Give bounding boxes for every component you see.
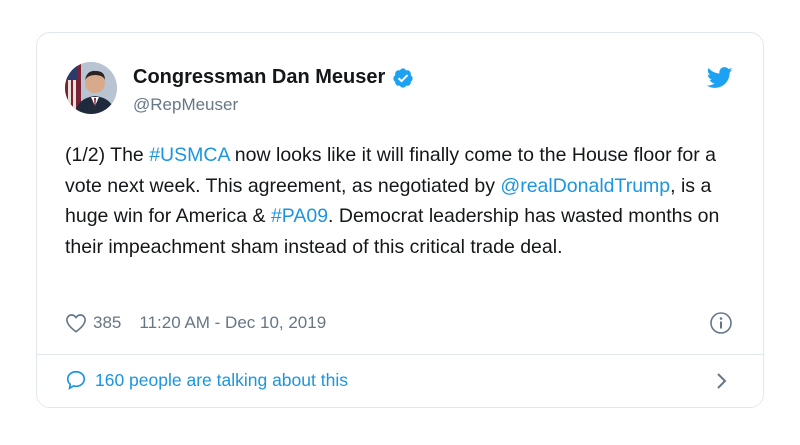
heart-icon[interactable] [65,313,87,333]
hashtag-usmca-link[interactable]: #USMCA [149,144,229,166]
info-icon[interactable] [709,311,733,335]
chevron-right-icon[interactable] [715,371,729,391]
author-avatar[interactable] [65,62,117,114]
verified-badge-icon [393,67,413,88]
author-name[interactable]: Congressman Dan Meuser [133,66,385,89]
tweet-text-part: (1/2) The [65,144,150,166]
tweet-text: (1/2) The #USMCA now looks like it will … [65,140,735,262]
twitter-bird-icon[interactable] [707,67,733,89]
footer-divider [37,354,763,355]
conversation-link[interactable]: 160 people are talking about this [65,369,348,391]
author-name-row: Congressman Dan Meuser [133,66,414,89]
tweet-card: Congressman Dan Meuser @RepMeuser (1/2) … [36,32,764,408]
conversation-text[interactable]: 160 people are talking about this [95,370,348,391]
tweet-timestamp[interactable]: 11:20 AM - Dec 10, 2019 [139,313,326,333]
speech-bubble-icon [66,370,86,390]
mention-realdonaldtrump-link[interactable]: @realDonaldTrump [500,175,670,197]
like-count[interactable]: 385 [93,313,121,333]
hashtag-pa09-link[interactable]: #PA09 [271,205,328,227]
tweet-meta: 385 11:20 AM - Dec 10, 2019 [65,313,326,333]
author-handle[interactable]: @RepMeuser [133,95,238,115]
